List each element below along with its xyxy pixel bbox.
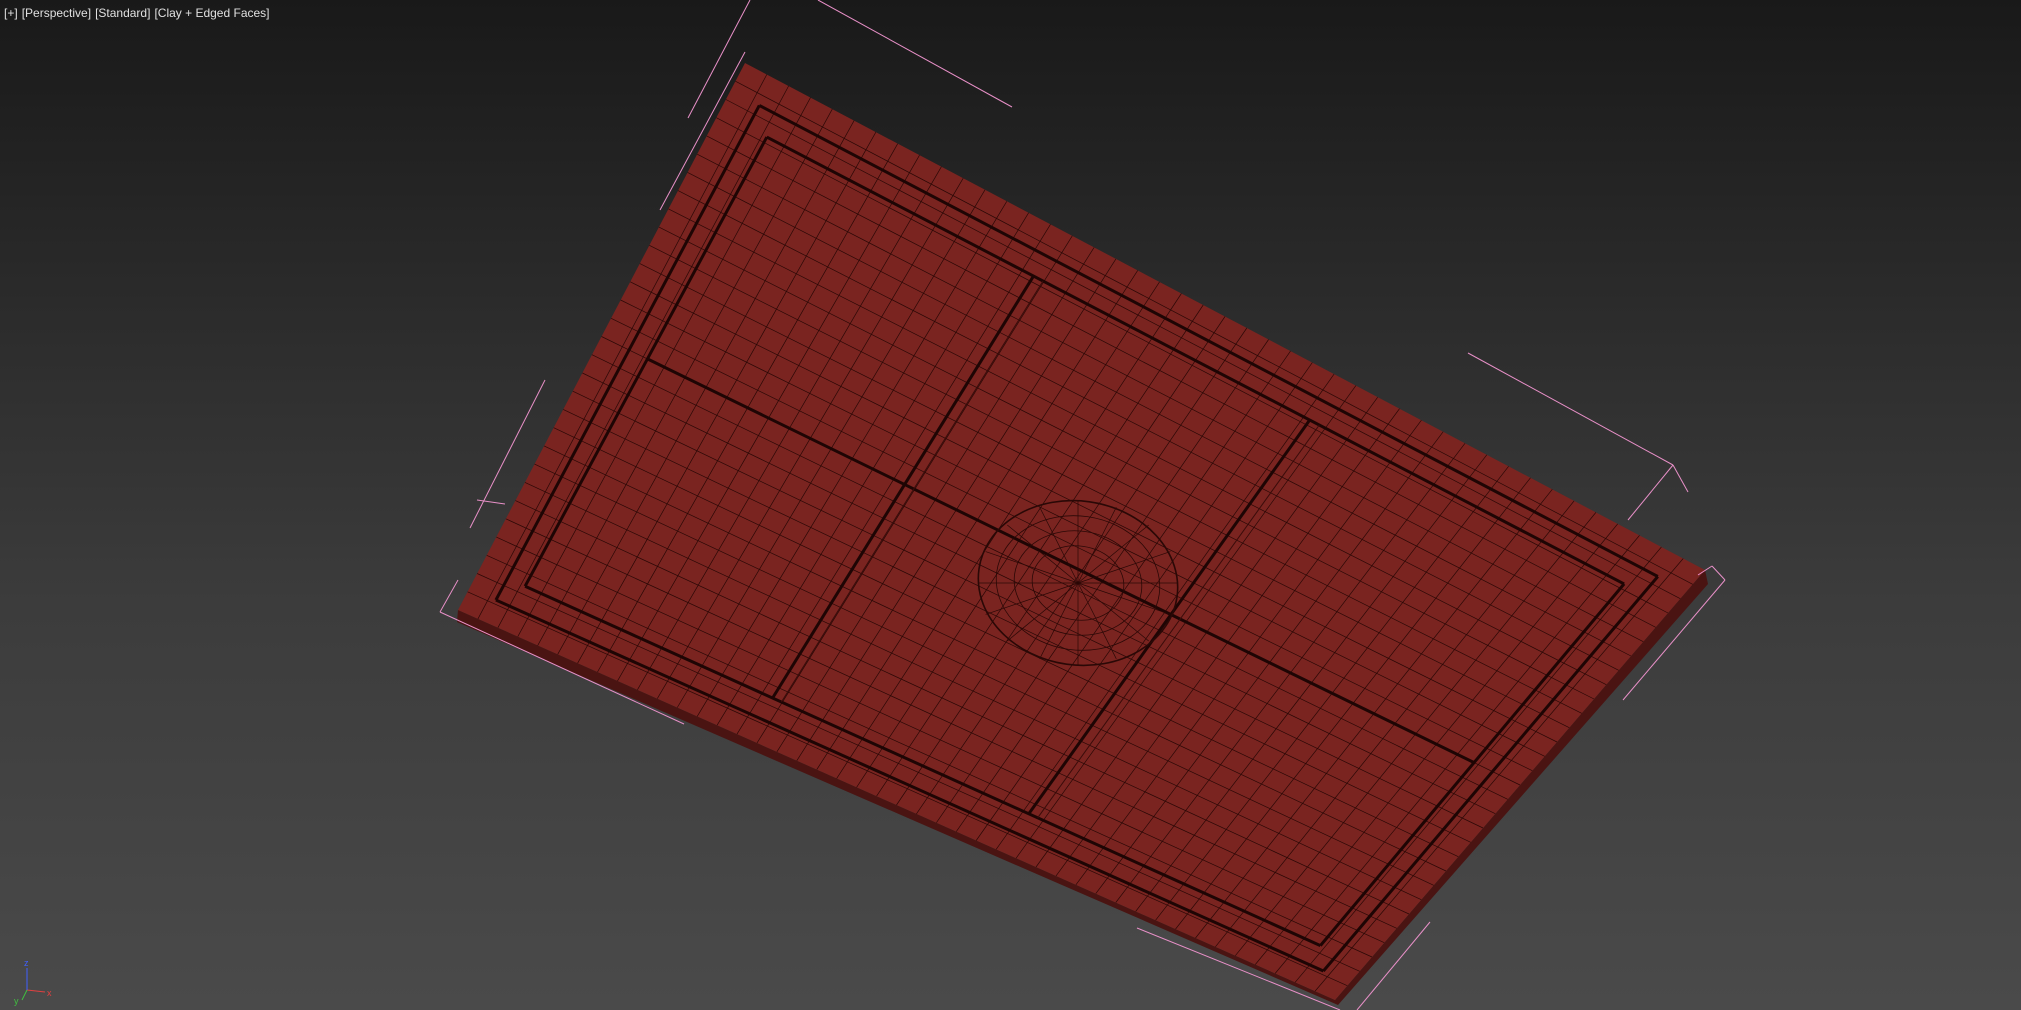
bbox-line bbox=[817, 0, 1013, 108]
axis-y-label: y bbox=[14, 996, 19, 1006]
bbox-line bbox=[1711, 565, 1726, 581]
axis-gizmo: x y z bbox=[14, 958, 52, 1006]
bbox-line bbox=[1627, 464, 1674, 521]
perspective-viewport[interactable]: [+] [Perspective] [Standard] [Clay + Edg… bbox=[0, 0, 2021, 1010]
axis-x-line bbox=[26, 989, 46, 993]
axis-x-label: x bbox=[47, 988, 52, 998]
bbox-line bbox=[476, 499, 506, 505]
bbox-line bbox=[1672, 464, 1689, 493]
axis-y-line bbox=[21, 989, 28, 1001]
tray-mesh[interactable] bbox=[458, 63, 1705, 1000]
bbox-line bbox=[439, 579, 459, 613]
scene-canvas[interactable]: x y z bbox=[0, 0, 2021, 1010]
bbox-line bbox=[1467, 352, 1674, 466]
axis-z-label: z bbox=[24, 958, 29, 968]
